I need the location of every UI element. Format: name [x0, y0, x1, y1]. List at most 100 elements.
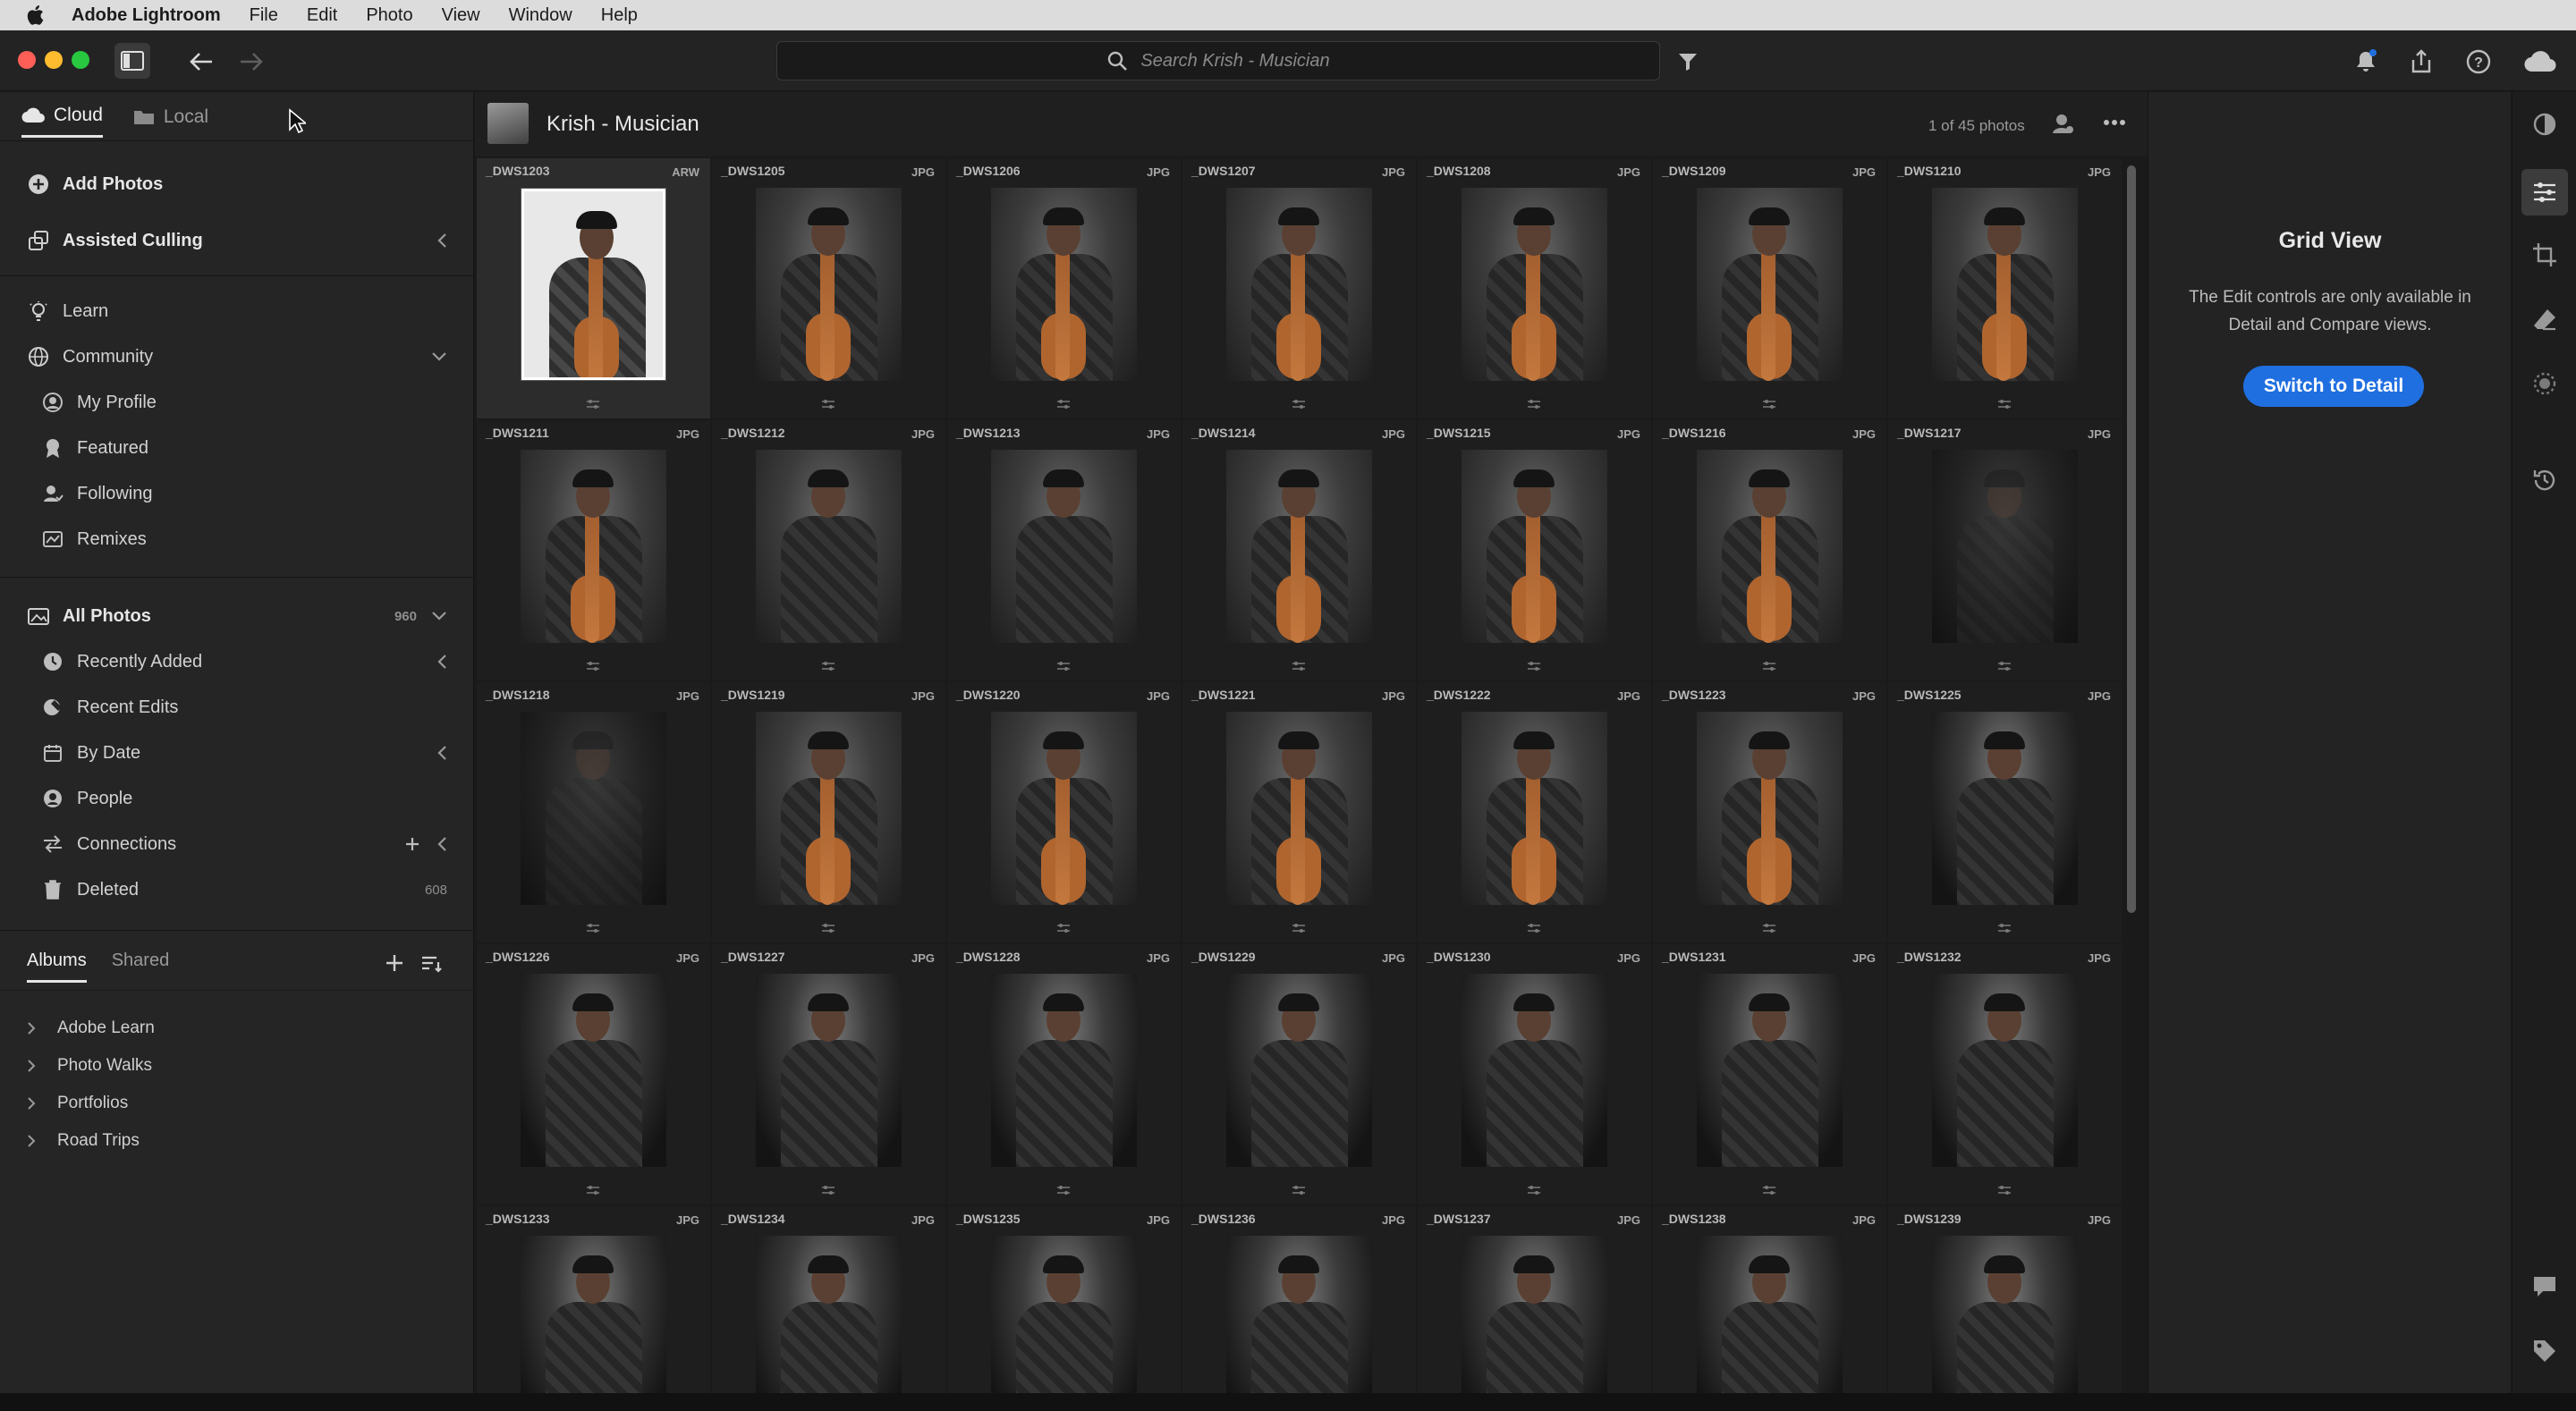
search-input[interactable]: Search Krish - Musician [776, 41, 1660, 80]
photo-thumbnail[interactable]: _DWS1212 JPG [712, 420, 945, 680]
edit-adjustments-icon[interactable] [1527, 661, 1541, 672]
edit-adjustments-icon[interactable] [1997, 1185, 2012, 1196]
edit-adjustments-icon[interactable] [1056, 923, 1071, 934]
photo-thumbnail[interactable]: _DWS1225 JPG [1888, 682, 2122, 942]
help-icon[interactable]: ? [2465, 48, 2492, 75]
forward-arrow-icon[interactable] [236, 46, 267, 77]
filter-icon[interactable] [1676, 50, 1699, 73]
sidebar-item-my-profile[interactable]: My Profile [0, 381, 474, 424]
sidebar-item-community[interactable]: Community [0, 335, 474, 378]
photo-thumbnail[interactable]: _DWS1217 JPG [1888, 420, 2122, 680]
menu-help[interactable]: Help [601, 5, 638, 26]
edit-sliders-icon[interactable] [2521, 169, 2568, 215]
photo-thumbnail[interactable]: _DWS1211 JPG [477, 420, 710, 680]
album-adobe-learn[interactable]: Adobe Learn [27, 1011, 155, 1045]
photo-thumbnail[interactable]: _DWS1229 JPG [1182, 944, 1416, 1204]
chevron-right-icon[interactable] [27, 1059, 45, 1073]
photo-thumbnail[interactable]: _DWS1206 JPG [947, 158, 1181, 418]
chevron-right-icon[interactable] [27, 1096, 45, 1111]
edit-adjustments-icon[interactable] [1762, 923, 1776, 934]
tab-cloud[interactable]: Cloud [21, 105, 103, 138]
window-minimize-button[interactable] [45, 51, 63, 69]
edit-adjustments-icon[interactable] [586, 923, 600, 934]
photo-thumbnail[interactable]: _DWS1234 JPG [712, 1206, 945, 1393]
window-zoom-button[interactable] [72, 51, 89, 69]
photo-thumbnail[interactable]: _DWS1205 JPG [712, 158, 945, 418]
sidebar-toggle-icon[interactable] [114, 43, 150, 79]
switch-to-detail-button[interactable]: Switch to Detail [2243, 366, 2424, 407]
photo-thumbnail[interactable]: _DWS1227 JPG [712, 944, 945, 1204]
chevron-down-icon[interactable] [431, 351, 447, 362]
edit-adjustments-icon[interactable] [821, 661, 835, 672]
edit-adjustments-icon[interactable] [821, 923, 835, 934]
album-portfolios[interactable]: Portfolios [27, 1086, 128, 1120]
edit-adjustments-icon[interactable] [586, 1185, 600, 1196]
sidebar-item-connections[interactable]: Connections [0, 823, 474, 866]
photo-thumbnail[interactable]: _DWS1222 JPG [1418, 682, 1651, 942]
presets-icon[interactable] [2530, 110, 2559, 139]
chevron-right-icon[interactable] [27, 1134, 45, 1148]
photo-thumbnail[interactable]: _DWS1239 JPG [1888, 1206, 2122, 1393]
assisted-culling-item[interactable]: Assisted Culling [0, 219, 474, 262]
menu-app-name[interactable]: Adobe Lightroom [72, 5, 221, 26]
sidebar-item-recent-edits[interactable]: Recent Edits [0, 686, 474, 729]
sort-albums-icon[interactable] [420, 955, 442, 973]
masking-icon[interactable] [2530, 369, 2559, 398]
menu-window[interactable]: Window [509, 5, 572, 26]
photo-thumbnail[interactable]: _DWS1203 ARW [477, 158, 710, 418]
edit-adjustments-icon[interactable] [1056, 399, 1071, 410]
chevron-left-icon[interactable] [436, 232, 447, 249]
photo-thumbnail[interactable]: _DWS1209 JPG [1653, 158, 1886, 418]
edit-adjustments-icon[interactable] [821, 399, 835, 410]
keywords-tag-icon[interactable] [2530, 1337, 2559, 1365]
sidebar-item-by-date[interactable]: By Date [0, 731, 474, 774]
photo-thumbnail[interactable]: _DWS1216 JPG [1653, 420, 1886, 680]
chevron-left-icon[interactable] [436, 654, 447, 670]
photo-thumbnail[interactable]: _DWS1210 JPG [1888, 158, 2122, 418]
add-photos-button[interactable]: Add Photos [0, 163, 474, 206]
history-icon[interactable] [2530, 466, 2559, 494]
edit-adjustments-icon[interactable] [1292, 399, 1306, 410]
tab-shared[interactable]: Shared [112, 951, 170, 983]
photo-thumbnail[interactable]: _DWS1213 JPG [947, 420, 1181, 680]
edit-adjustments-icon[interactable] [1527, 1185, 1541, 1196]
sidebar-item-people[interactable]: People [0, 777, 474, 820]
edit-adjustments-icon[interactable] [1527, 923, 1541, 934]
notification-bell-icon[interactable] [2352, 48, 2379, 75]
back-arrow-icon[interactable] [186, 46, 216, 77]
edit-adjustments-icon[interactable] [1762, 399, 1776, 410]
add-album-icon[interactable] [385, 953, 404, 973]
photo-thumbnail[interactable]: _DWS1228 JPG [947, 944, 1181, 1204]
comments-icon[interactable] [2530, 1272, 2559, 1301]
sidebar-item-remixes[interactable]: Remixes [0, 518, 474, 561]
photo-thumbnail[interactable]: _DWS1214 JPG [1182, 420, 1416, 680]
photo-thumbnail[interactable]: _DWS1237 JPG [1418, 1206, 1651, 1393]
window-close-button[interactable] [18, 51, 36, 69]
photo-thumbnail[interactable]: _DWS1220 JPG [947, 682, 1181, 942]
photo-thumbnail[interactable]: _DWS1208 JPG [1418, 158, 1651, 418]
sidebar-item-recently-added[interactable]: Recently Added [0, 640, 474, 683]
album-road-trips[interactable]: Road Trips [27, 1124, 140, 1158]
photo-thumbnail[interactable]: _DWS1232 JPG [1888, 944, 2122, 1204]
photo-thumbnail[interactable]: _DWS1221 JPG [1182, 682, 1416, 942]
edit-adjustments-icon[interactable] [586, 661, 600, 672]
album-photo-walks[interactable]: Photo Walks [27, 1049, 152, 1083]
tab-albums[interactable]: Albums [27, 951, 87, 983]
edit-adjustments-icon[interactable] [1292, 923, 1306, 934]
edit-adjustments-icon[interactable] [1527, 399, 1541, 410]
photo-thumbnail[interactable]: _DWS1236 JPG [1182, 1206, 1416, 1393]
sidebar-item-learn[interactable]: Learn [0, 290, 474, 333]
apple-icon[interactable] [25, 4, 45, 27]
edit-adjustments-icon[interactable] [1292, 661, 1306, 672]
photo-thumbnail[interactable]: _DWS1233 JPG [477, 1206, 710, 1393]
edit-adjustments-icon[interactable] [1997, 661, 2012, 672]
people-view-icon[interactable] [2051, 112, 2074, 135]
edit-adjustments-icon[interactable] [821, 1185, 835, 1196]
menu-view[interactable]: View [442, 5, 480, 26]
chevron-down-icon[interactable] [431, 611, 447, 621]
photo-thumbnail[interactable]: _DWS1215 JPG [1418, 420, 1651, 680]
menu-edit[interactable]: Edit [307, 5, 337, 26]
grid-scrollbar[interactable] [2127, 165, 2136, 913]
sidebar-item-deleted[interactable]: Deleted 608 [0, 868, 474, 911]
share-icon[interactable] [2408, 48, 2435, 75]
